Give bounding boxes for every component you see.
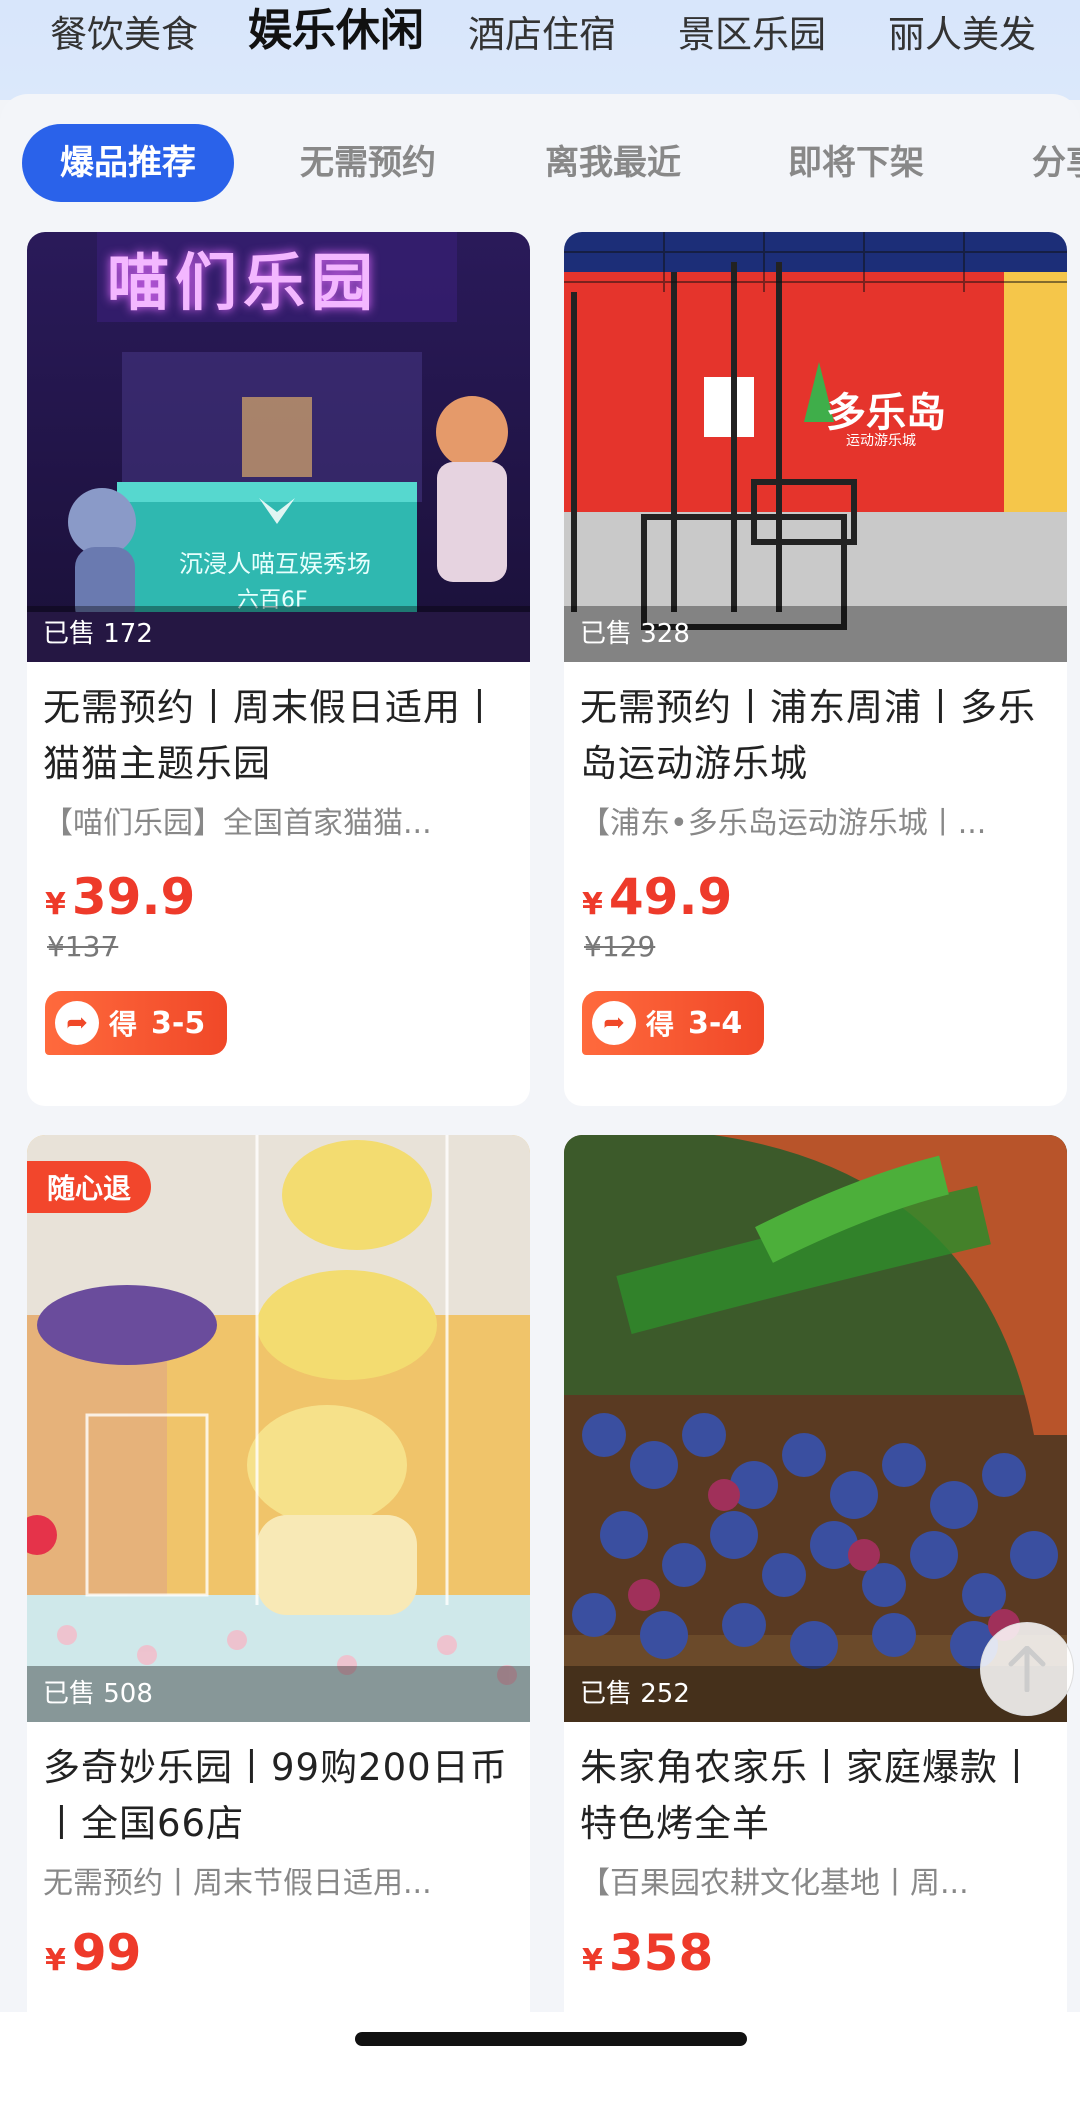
filter-hot[interactable]: 爆品推荐 xyxy=(22,124,234,202)
product-price: ¥99 xyxy=(45,1924,530,1982)
product-image: 随心退 已售 508 xyxy=(27,1135,530,1722)
image-neon-title: 喵们乐园 xyxy=(107,246,380,319)
product-subtitle: 【喵们乐园】全国首家猫猫... xyxy=(43,806,432,841)
sold-count: 已售 328 xyxy=(564,606,1067,662)
currency-symbol: ¥ xyxy=(45,1943,66,1978)
product-price: ¥358 xyxy=(582,1924,1067,1982)
price-value: 39.9 xyxy=(71,868,196,926)
category-bar: 餐饮美食 娱乐休闲 酒店住宿 景区乐园 丽人美发 xyxy=(0,0,1080,100)
product-title: 多奇妙乐园丨99购200日币丨全国66店 xyxy=(43,1746,508,1845)
product-card[interactable]: 已售 252 朱家角农家乐丨家庭爆款丨特色烤全羊 【百果园农耕文化基地丨周...… xyxy=(564,1135,1067,2035)
category-tab-hotel[interactable]: 酒店住宿 xyxy=(468,4,616,66)
share-earn-button[interactable]: ➦ 得 3-5 xyxy=(45,991,228,1055)
currency-symbol: ¥ xyxy=(45,887,66,922)
arrow-up-icon xyxy=(1008,1646,1046,1692)
category-tab-beauty[interactable]: 丽人美发 xyxy=(888,4,1036,66)
original-price: ¥129 xyxy=(584,930,656,963)
earn-label: 得 xyxy=(646,1008,675,1041)
sold-count: 已售 508 xyxy=(27,1666,530,1722)
product-card[interactable]: 多乐岛 运动游乐城 已售 328 无需预约丨浦东周浦丨多乐岛运动游乐城 【浦东•… xyxy=(564,232,1067,1106)
product-price: ¥49.9 xyxy=(582,868,1067,926)
product-card[interactable]: 随心退 已售 508 多奇妙乐园丨99购200日币丨全国66店 无需预约丨周末节… xyxy=(27,1135,530,2035)
earn-value: 3-5 xyxy=(151,1005,206,1041)
product-title: 无需预约丨周末假日适用丨猫猫主题乐园 xyxy=(43,686,499,785)
filter-share[interactable]: 分享 xyxy=(1032,124,1080,202)
filter-ending-soon[interactable]: 即将下架 xyxy=(788,124,924,202)
price-value: 358 xyxy=(608,1924,714,1982)
bottom-safe-area xyxy=(0,2012,1080,2103)
original-price: ¥137 xyxy=(47,930,119,963)
price-value: 99 xyxy=(71,1924,142,1982)
product-image: 喵们乐园 沉浸人喵互娱秀场 六百6F 已售 172 xyxy=(27,232,530,662)
category-tab-entertainment[interactable]: 娱乐休闲 xyxy=(248,0,424,62)
product-title: 无需预约丨浦东周浦丨多乐岛运动游乐城 xyxy=(580,686,1036,785)
scroll-to-top-button[interactable] xyxy=(980,1622,1074,1716)
product-subtitle: 无需预约丨周末节假日适用... xyxy=(43,1866,432,1901)
home-indicator[interactable] xyxy=(355,2032,747,2046)
image-banner-text: 沉浸人喵互娱秀场 xyxy=(179,550,371,578)
product-price: ¥39.9 xyxy=(45,868,530,926)
product-image: 已售 252 xyxy=(564,1135,1067,1722)
earn-label: 得 xyxy=(109,1008,138,1041)
product-subtitle: 【百果园农耕文化基地丨周... xyxy=(580,1866,969,1901)
currency-symbol: ¥ xyxy=(582,1943,603,1978)
earn-value: 3-4 xyxy=(688,1005,743,1041)
product-subtitle: 【浦东•多乐岛运动游乐城丨... xyxy=(580,806,987,841)
category-tab-park[interactable]: 景区乐园 xyxy=(678,4,826,66)
refund-anytime-badge: 随心退 xyxy=(27,1161,152,1213)
image-sign-subtext: 运动游乐城 xyxy=(846,433,916,449)
share-arrow-icon: ➦ xyxy=(55,1001,99,1045)
currency-symbol: ¥ xyxy=(582,887,603,922)
filter-no-booking[interactable]: 无需预约 xyxy=(300,124,436,202)
product-image: 多乐岛 运动游乐城 已售 328 xyxy=(564,232,1067,662)
filter-bar: 爆品推荐 无需预约 离我最近 即将下架 分享 xyxy=(0,124,1080,204)
sold-count: 已售 172 xyxy=(27,606,530,662)
share-arrow-icon: ➦ xyxy=(592,1001,636,1045)
share-earn-button[interactable]: ➦ 得 3-4 xyxy=(582,991,765,1055)
filter-nearest[interactable]: 离我最近 xyxy=(545,124,681,202)
category-tab-food[interactable]: 餐饮美食 xyxy=(50,4,198,66)
product-card[interactable]: 喵们乐园 沉浸人喵互娱秀场 六百6F 已售 172 无需预约丨周末假日适用丨猫猫… xyxy=(27,232,530,1106)
product-title: 朱家角农家乐丨家庭爆款丨特色烤全羊 xyxy=(580,1746,1036,1845)
price-value: 49.9 xyxy=(608,868,733,926)
